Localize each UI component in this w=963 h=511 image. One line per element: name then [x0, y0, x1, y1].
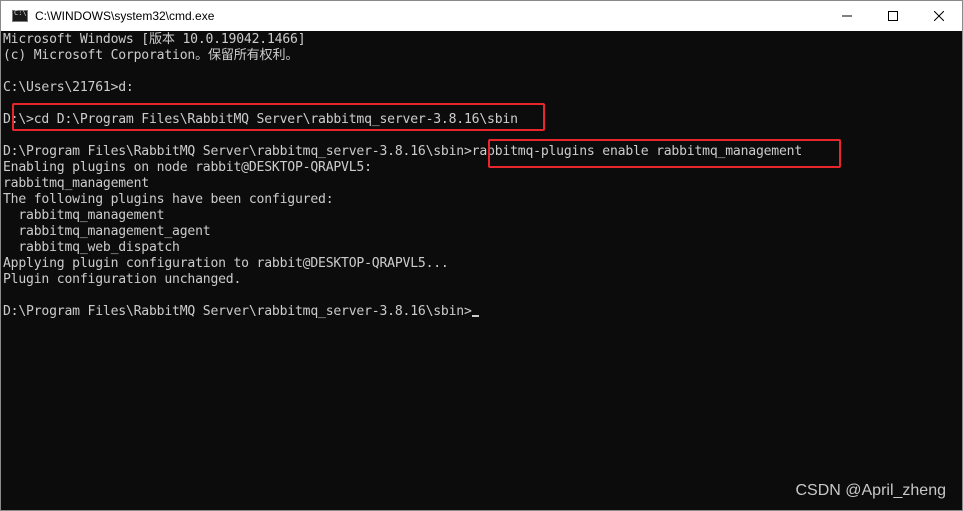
console-line: rabbitmq_management [3, 176, 149, 191]
watermark: CSDN @April_zheng [795, 482, 946, 499]
window-title: C:\WINDOWS\system32\cmd.exe [35, 9, 215, 23]
console-line: rabbitmq_management_agent [3, 224, 211, 239]
title-bar[interactable]: C:\WINDOWS\system32\cmd.exe [1, 1, 962, 31]
console-output[interactable]: Microsoft Windows [版本 10.0.19042.1466] (… [3, 32, 959, 510]
console-line-enable-command: D:\Program Files\RabbitMQ Server\rabbitm… [3, 144, 803, 159]
console-line: The following plugins have been configur… [3, 192, 334, 207]
close-button[interactable] [916, 1, 962, 31]
maximize-icon [888, 11, 898, 21]
cmd-app-icon[interactable] [12, 9, 28, 22]
console-prompt-line[interactable]: D:\Program Files\RabbitMQ Server\rabbitm… [3, 304, 959, 320]
console-line: C:\Users\21761>d: [3, 80, 134, 95]
maximize-button[interactable] [870, 1, 916, 31]
console-line: rabbitmq_management [3, 208, 165, 223]
console-line: Applying plugin configuration to rabbit@… [3, 256, 449, 271]
text-cursor [471, 315, 479, 317]
close-icon [934, 11, 944, 21]
cmd-window: C:\WINDOWS\system32\cmd.exe Microsoft Wi… [0, 0, 963, 511]
console-line: rabbitmq_web_dispatch [3, 240, 180, 255]
console-line: Microsoft Windows [版本 10.0.19042.1466] [3, 32, 306, 47]
console-line: (c) Microsoft Corporation。保留所有权利。 [3, 48, 299, 63]
console-line: Enabling plugins on node rabbit@DESKTOP-… [3, 160, 372, 175]
console-line: Plugin configuration unchanged. [3, 272, 242, 287]
minimize-button[interactable] [824, 1, 870, 31]
console-prompt: D:\Program Files\RabbitMQ Server\rabbitm… [3, 304, 472, 319]
minimize-icon [842, 15, 852, 17]
console-line-cd-command: D:\>cd D:\Program Files\RabbitMQ Server\… [3, 112, 518, 127]
